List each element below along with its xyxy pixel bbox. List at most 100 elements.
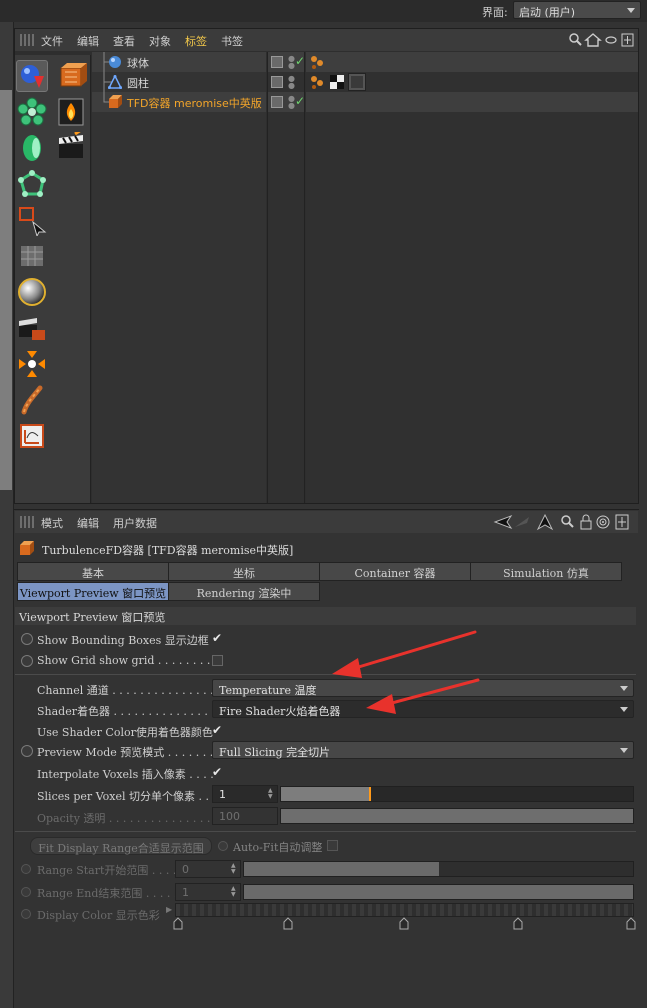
animate-radio[interactable] [21, 633, 33, 645]
range-start-slider[interactable] [243, 861, 634, 877]
render-icon[interactable] [16, 312, 48, 344]
menu-view[interactable]: 查看 [113, 33, 135, 49]
menu-tags[interactable]: 标签 [185, 33, 207, 49]
range-start-field[interactable]: 0 ▲ ▼ [175, 860, 241, 878]
lock-icon[interactable] [580, 514, 592, 530]
preview-mode-dropdown[interactable]: Full Slicing 完全切片 [212, 741, 634, 759]
visibility-dots-icon[interactable]: ● ● [288, 95, 295, 110]
slider-fill [281, 787, 369, 801]
grid-label: Show Grid show grid . . . . . . . . . [37, 654, 218, 667]
object-tree: 球体 圆柱 TFD容器 meromise中英版 [92, 52, 266, 503]
expand-arrow-icon[interactable]: ▶ [166, 905, 172, 914]
interpolate-checkbox[interactable]: ✔ [212, 766, 223, 778]
capsule-icon[interactable] [16, 132, 48, 164]
tab-coordinates[interactable]: 坐标 [168, 562, 320, 581]
tfd-container-tool-icon[interactable] [55, 60, 87, 92]
animate-radio[interactable] [21, 887, 31, 897]
back-arrow-icon[interactable] [493, 514, 513, 530]
menu-bookmarks[interactable]: 书签 [221, 33, 243, 49]
spinner-arrows-icon[interactable]: ▲ ▼ [268, 788, 274, 800]
cube-arrow-icon[interactable] [16, 60, 48, 92]
animate-radio[interactable] [218, 841, 228, 851]
forward-arrow-icon[interactable] [515, 517, 529, 527]
spinner-arrows-icon[interactable]: ▲ ▼ [231, 863, 237, 875]
slices-slider[interactable] [280, 786, 634, 802]
menu-mode[interactable]: 模式 [41, 515, 63, 531]
material-tag-icon[interactable] [348, 73, 366, 91]
fire-icon[interactable] [55, 96, 87, 128]
search-icon[interactable] [569, 33, 582, 46]
new-panel-icon[interactable] [621, 33, 634, 47]
tfd-container-icon [20, 541, 34, 555]
display-color-gradient[interactable] [175, 903, 634, 917]
spline-icon[interactable] [16, 384, 48, 416]
visibility-dots-icon[interactable]: ● ● [288, 55, 295, 70]
opacity-number-field[interactable]: 100 [212, 807, 278, 825]
menu-edit[interactable]: 编辑 [77, 33, 99, 49]
object-row-sphere[interactable]: 球体 [92, 52, 266, 72]
interface-layout-select[interactable]: 启动 (用户) [513, 1, 641, 19]
phong-tag-icon[interactable] [309, 74, 325, 90]
tab-rendering[interactable]: Rendering 渲染中 [168, 582, 320, 601]
layer-icon[interactable] [271, 56, 283, 68]
object-row-tfd-container[interactable]: TFD容器 meromise中英版 [92, 92, 266, 112]
texture-tag-icon[interactable] [329, 74, 345, 90]
target-icon[interactable] [596, 515, 610, 529]
object-name: 圆柱 [127, 77, 149, 90]
search-icon[interactable] [561, 515, 574, 528]
layer-icon[interactable] [271, 76, 283, 88]
slider-handle[interactable] [369, 787, 371, 801]
grid-object-icon[interactable] [16, 240, 48, 272]
menu-user-data[interactable]: 用户数据 [113, 515, 157, 531]
tab-viewport-preview[interactable]: Viewport Preview 窗口预览 [17, 582, 169, 601]
slices-label: Slices per Voxel 切分单个像素 . . [37, 790, 209, 803]
range-end-field[interactable]: 1 ▲ ▼ [175, 883, 241, 901]
animate-radio[interactable] [21, 655, 33, 667]
new-panel-icon[interactable] [615, 514, 629, 530]
range-end-slider[interactable] [243, 884, 634, 900]
object-name: TFD容器 meromise中英版 [127, 97, 262, 110]
enabled-check-icon[interactable]: ✓ [295, 94, 305, 108]
animate-radio[interactable] [21, 909, 31, 919]
menu-file[interactable]: 文件 [41, 33, 63, 49]
eye-icon[interactable] [605, 36, 617, 44]
cloner-icon[interactable] [16, 96, 48, 128]
panel-grip-icon[interactable] [20, 516, 34, 528]
menu-edit[interactable]: 编辑 [77, 515, 99, 531]
autofit-checkbox[interactable] [327, 840, 338, 851]
axis-icon[interactable] [16, 348, 48, 380]
animate-radio[interactable] [21, 745, 33, 757]
up-arrow-icon[interactable] [536, 513, 554, 531]
tab-simulation[interactable]: Simulation 仿真 [470, 562, 622, 581]
preview-mode-value: Full Slicing 完全切片 [219, 746, 331, 759]
bounding-checkbox[interactable]: ✔ [212, 632, 223, 644]
tab-container[interactable]: Container 容器 [319, 562, 471, 581]
layer-icon[interactable] [271, 96, 283, 108]
section-header: Viewport Preview 窗口预览 [15, 607, 636, 625]
rect-select-icon[interactable] [16, 204, 48, 238]
material-sphere-icon[interactable] [16, 276, 48, 308]
phong-tag-icon[interactable] [309, 54, 325, 70]
timeline-icon[interactable] [16, 420, 48, 452]
polygon-select-icon[interactable] [16, 168, 48, 200]
slices-number-field[interactable]: 1 ▲ ▼ [212, 785, 278, 803]
grid-checkbox[interactable] [212, 655, 223, 666]
opacity-slider[interactable] [280, 808, 634, 824]
attribute-manager-menubar: 模式 编辑 用户数据 [15, 511, 638, 533]
flags-row-tfd: ● ● ✓ [268, 92, 305, 112]
panel-grip-icon[interactable] [20, 34, 34, 46]
fit-display-range-button[interactable]: Fit Display Range合适显示范围 [30, 837, 212, 855]
animate-radio[interactable] [21, 864, 31, 874]
object-row-cylinder[interactable]: 圆柱 [92, 72, 266, 92]
range-start-value: 0 [182, 863, 189, 876]
spinner-arrows-icon[interactable]: ▲ ▼ [231, 886, 237, 898]
annotation-arrows [332, 630, 480, 714]
menu-object[interactable]: 对象 [149, 33, 171, 49]
visibility-dots-icon[interactable]: ● ● [288, 75, 295, 90]
tab-basic[interactable]: 基本 [17, 562, 169, 581]
enabled-check-icon[interactable]: ✓ [295, 54, 305, 68]
home-icon[interactable] [584, 33, 602, 47]
use-shader-checkbox[interactable]: ✔ [212, 724, 223, 736]
viewport-sliver[interactable] [0, 90, 12, 490]
clapper-icon[interactable] [55, 128, 87, 164]
